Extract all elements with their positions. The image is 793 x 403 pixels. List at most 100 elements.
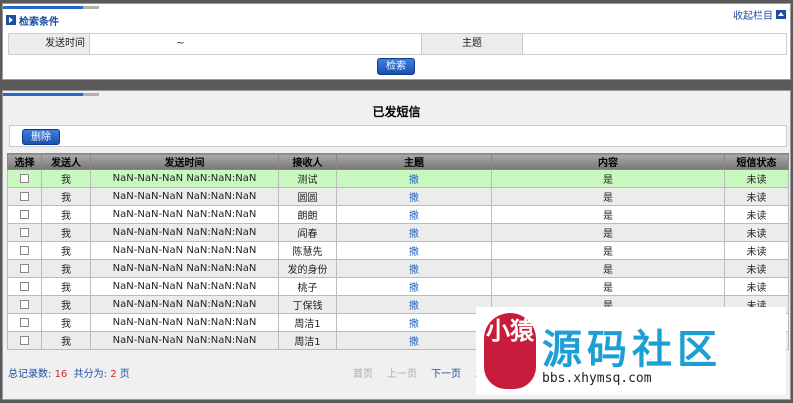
col-receiver: 接收人 xyxy=(278,153,337,170)
row-sender: 我 xyxy=(41,169,91,188)
pages-label: 共分为: xyxy=(73,369,108,380)
col-content: 内容 xyxy=(491,153,725,170)
row-sender: 我 xyxy=(41,241,91,260)
row-receiver: 圆圆 xyxy=(278,187,337,206)
row-checkbox[interactable] xyxy=(7,259,42,278)
row-status: 未读 xyxy=(724,169,789,188)
row-content: 是 xyxy=(491,169,725,188)
pages-count: 2 xyxy=(110,369,117,380)
checkbox[interactable] xyxy=(20,335,29,345)
row-receiver: 丁保钱 xyxy=(278,295,337,314)
checkbox[interactable] xyxy=(20,227,29,237)
row-send-time: NaN-NaN-NaN NaN:NaN:NaN xyxy=(90,187,279,206)
row-subject-link[interactable]: 撒 xyxy=(336,259,492,278)
checkbox[interactable] xyxy=(20,317,29,327)
toolbar: 删除 xyxy=(9,125,787,147)
checkbox[interactable] xyxy=(20,245,29,255)
collapse-up-icon[interactable] xyxy=(776,10,786,19)
row-content: 是 xyxy=(491,277,725,296)
row-checkbox[interactable] xyxy=(7,205,42,224)
subject-label: 主题 xyxy=(422,34,522,54)
collapse-link[interactable]: 收起栏目 xyxy=(733,7,786,22)
col-sender: 发送人 xyxy=(41,153,91,170)
row-subject-link[interactable]: 撒 xyxy=(336,295,492,314)
checkbox[interactable] xyxy=(20,263,29,273)
row-sender: 我 xyxy=(41,223,91,242)
search-title: 检索条件 xyxy=(19,16,59,28)
table-row[interactable]: 我 NaN-NaN-NaN NaN:NaN:NaN 发的身份撒是未读 xyxy=(7,259,789,278)
row-checkbox[interactable] xyxy=(7,331,42,350)
row-send-time: NaN-NaN-NaN NaN:NaN:NaN xyxy=(90,205,279,224)
row-receiver: 周洁1 xyxy=(278,313,337,332)
table-row[interactable]: 我 NaN-NaN-NaN NaN:NaN:NaN 圆圆撒是未读 xyxy=(7,187,789,206)
next-page-link[interactable]: 下一页 xyxy=(431,363,461,387)
checkbox[interactable] xyxy=(20,299,29,309)
row-checkbox[interactable] xyxy=(7,223,42,242)
row-subject-link[interactable]: 撒 xyxy=(336,313,492,332)
pager: 首页 上一页 下一页 末 xyxy=(353,363,485,387)
row-receiver: 朗朗 xyxy=(278,205,337,224)
col-status: 短信状态 xyxy=(724,153,789,170)
search-panel: 检索条件 收起栏目 发送时间 ~ 主题 检索 xyxy=(2,3,791,80)
row-content: 是 xyxy=(491,223,725,242)
row-checkbox[interactable] xyxy=(7,241,42,260)
row-send-time: NaN-NaN-NaN NaN:NaN:NaN xyxy=(90,277,279,296)
row-send-time: NaN-NaN-NaN NaN:NaN:NaN xyxy=(90,331,279,350)
table-row[interactable]: 我 NaN-NaN-NaN NaN:NaN:NaN 阎春撒是未读 xyxy=(7,223,789,242)
table-row[interactable]: 我 NaN-NaN-NaN NaN:NaN:NaN 桃子撒是未读 xyxy=(7,277,789,296)
checkbox[interactable] xyxy=(20,281,29,291)
row-receiver: 周洁1 xyxy=(278,331,337,350)
page-title: 已发短信 xyxy=(372,105,421,119)
prev-page-link[interactable]: 上一页 xyxy=(387,363,417,387)
table-header-row: 选择 发送人 发送时间 接收人 主题 内容 短信状态 xyxy=(7,153,789,170)
row-send-time: NaN-NaN-NaN NaN:NaN:NaN xyxy=(90,313,279,332)
row-send-time: NaN-NaN-NaN NaN:NaN:NaN xyxy=(90,241,279,260)
search-button[interactable]: 检索 xyxy=(377,58,415,75)
row-subject-link[interactable]: 撒 xyxy=(336,187,492,206)
row-status: 未读 xyxy=(724,187,789,206)
watermark: 小猿 源码社区 bbs.xhymsq.com xyxy=(476,307,786,395)
row-receiver: 陈慧先 xyxy=(278,241,337,260)
pages-unit: 页 xyxy=(119,369,130,380)
row-receiver: 测试 xyxy=(278,169,337,188)
row-checkbox[interactable] xyxy=(7,313,42,332)
search-header: 检索条件 xyxy=(3,10,790,30)
row-sender: 我 xyxy=(41,259,91,278)
table-row[interactable]: 我 NaN-NaN-NaN NaN:NaN:NaN 陈慧先撒是未读 xyxy=(7,241,789,260)
row-sender: 我 xyxy=(41,187,91,206)
total-count: 16 xyxy=(54,369,68,380)
checkbox[interactable] xyxy=(20,209,29,219)
row-status: 未读 xyxy=(724,223,789,242)
row-status: 未读 xyxy=(724,241,789,260)
row-send-time: NaN-NaN-NaN NaN:NaN:NaN xyxy=(90,259,279,278)
row-receiver: 发的身份 xyxy=(278,259,337,278)
row-subject-link[interactable]: 撒 xyxy=(336,169,492,188)
row-content: 是 xyxy=(491,241,725,260)
row-receiver: 桃子 xyxy=(278,277,337,296)
table-row[interactable]: 我 NaN-NaN-NaN NaN:NaN:NaN 朗朗撒是未读 xyxy=(7,205,789,224)
panel-top-bar xyxy=(3,91,790,97)
row-subject-link[interactable]: 撒 xyxy=(336,223,492,242)
row-sender: 我 xyxy=(41,295,91,314)
row-subject-link[interactable]: 撒 xyxy=(336,241,492,260)
subject-input[interactable] xyxy=(522,34,786,54)
row-checkbox[interactable] xyxy=(7,187,42,206)
row-checkbox[interactable] xyxy=(7,169,42,188)
panel-top-bar xyxy=(3,4,790,10)
arrow-right-icon xyxy=(6,15,16,25)
first-page-link[interactable]: 首页 xyxy=(353,363,373,387)
checkbox[interactable] xyxy=(20,173,29,183)
row-checkbox[interactable] xyxy=(7,295,42,314)
col-send-time: 发送时间 xyxy=(90,153,279,170)
row-sender: 我 xyxy=(41,277,91,296)
row-subject-link[interactable]: 撒 xyxy=(336,205,492,224)
row-subject-link[interactable]: 撒 xyxy=(336,277,492,296)
delete-button[interactable]: 删除 xyxy=(22,129,60,145)
row-checkbox[interactable] xyxy=(7,277,42,296)
row-subject-link[interactable]: 撒 xyxy=(336,331,492,350)
checkbox[interactable] xyxy=(20,191,29,201)
send-time-range-input[interactable]: ~ xyxy=(89,34,422,54)
row-send-time: NaN-NaN-NaN NaN:NaN:NaN xyxy=(90,169,279,188)
row-sender: 我 xyxy=(41,205,91,224)
table-row[interactable]: 我 NaN-NaN-NaN NaN:NaN:NaN 测试撒是未读 xyxy=(7,169,789,188)
